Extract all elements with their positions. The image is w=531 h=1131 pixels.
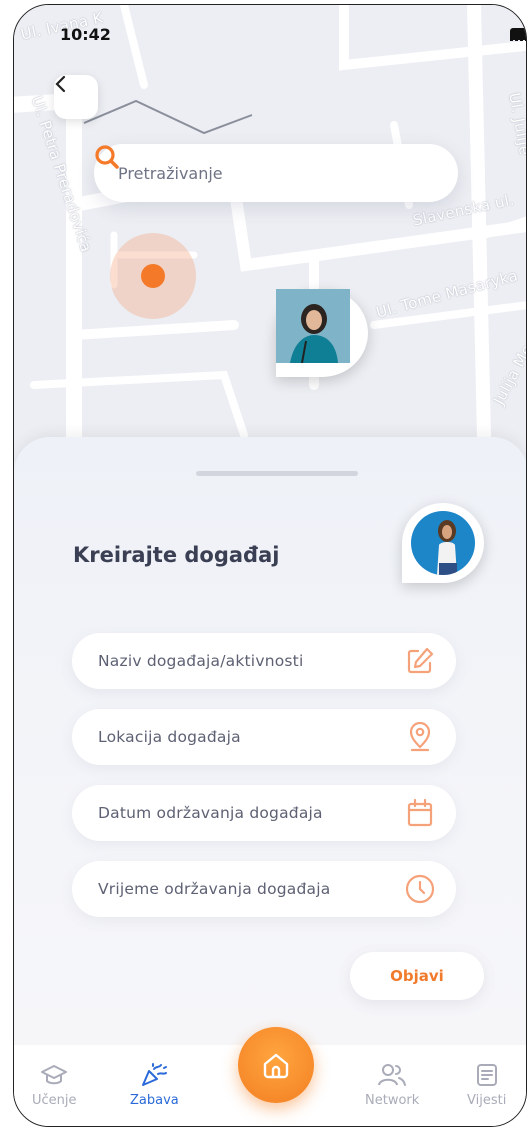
calendar-icon	[404, 797, 436, 829]
party-popper-icon	[142, 1063, 168, 1086]
field-label: Naziv događaja/aktivnosti	[98, 652, 304, 670]
publish-button[interactable]: Objavi	[350, 952, 484, 1000]
news-icon	[476, 1064, 497, 1086]
nav-item-vijesti[interactable]: Vijesti	[467, 1063, 506, 1108]
clock-icon	[404, 873, 436, 905]
user-avatar-pin[interactable]	[402, 503, 484, 583]
battery-icon	[510, 28, 526, 40]
event-time-field[interactable]: Vrijeme održavanja događaja	[72, 861, 456, 917]
edit-icon	[404, 645, 436, 677]
map-user-pin[interactable]	[276, 289, 368, 377]
status-time: 10:42	[60, 25, 111, 44]
publish-label: Objavi	[390, 967, 444, 985]
create-event-sheet: Kreirajte događaj Naziv događaja/aktivno…	[14, 437, 526, 1077]
nav-item-network[interactable]: Network	[365, 1063, 419, 1108]
event-date-field[interactable]: Datum održavanja događaja	[72, 785, 456, 841]
field-label: Lokacija događaja	[98, 728, 241, 746]
phone-frame: Ul. Ivana K Ul. Petra Preradovića Slaven…	[13, 4, 527, 1127]
nav-item-ucenje[interactable]: Učenje	[32, 1063, 77, 1108]
home-button[interactable]	[238, 1027, 314, 1103]
nav-label: Zabava	[130, 1093, 179, 1108]
nav-label: Network	[365, 1093, 420, 1108]
nav-label: Vijesti	[467, 1093, 507, 1108]
map[interactable]: Ul. Ivana K Ul. Petra Preradovića Slaven…	[14, 5, 526, 475]
home-icon	[263, 1053, 289, 1079]
chevron-left-icon	[55, 75, 66, 93]
avatar	[276, 289, 359, 370]
field-label: Vrijeme održavanja događaja	[98, 880, 331, 898]
search-bar[interactable]: Pretraživanje	[94, 144, 458, 202]
back-button[interactable]	[54, 75, 98, 119]
users-icon	[378, 1064, 407, 1086]
event-name-field[interactable]: Naziv događaja/aktivnosti	[72, 633, 456, 689]
avatar	[411, 511, 475, 575]
sheet-title: Kreirajte događaj	[73, 543, 280, 567]
location-pin-icon	[404, 721, 436, 753]
sheet-handle[interactable]	[196, 471, 358, 476]
nav-label: Učenje	[32, 1093, 77, 1108]
event-location-field[interactable]: Lokacija događaja	[72, 709, 456, 765]
search-input[interactable]: Pretraživanje	[118, 164, 223, 183]
search-icon[interactable]	[94, 144, 120, 170]
nav-item-zabava[interactable]: Zabava	[130, 1063, 179, 1108]
current-location-dot	[141, 264, 165, 288]
graduation-cap-icon	[41, 1065, 68, 1085]
field-label: Datum održavanja događaja	[98, 804, 323, 822]
